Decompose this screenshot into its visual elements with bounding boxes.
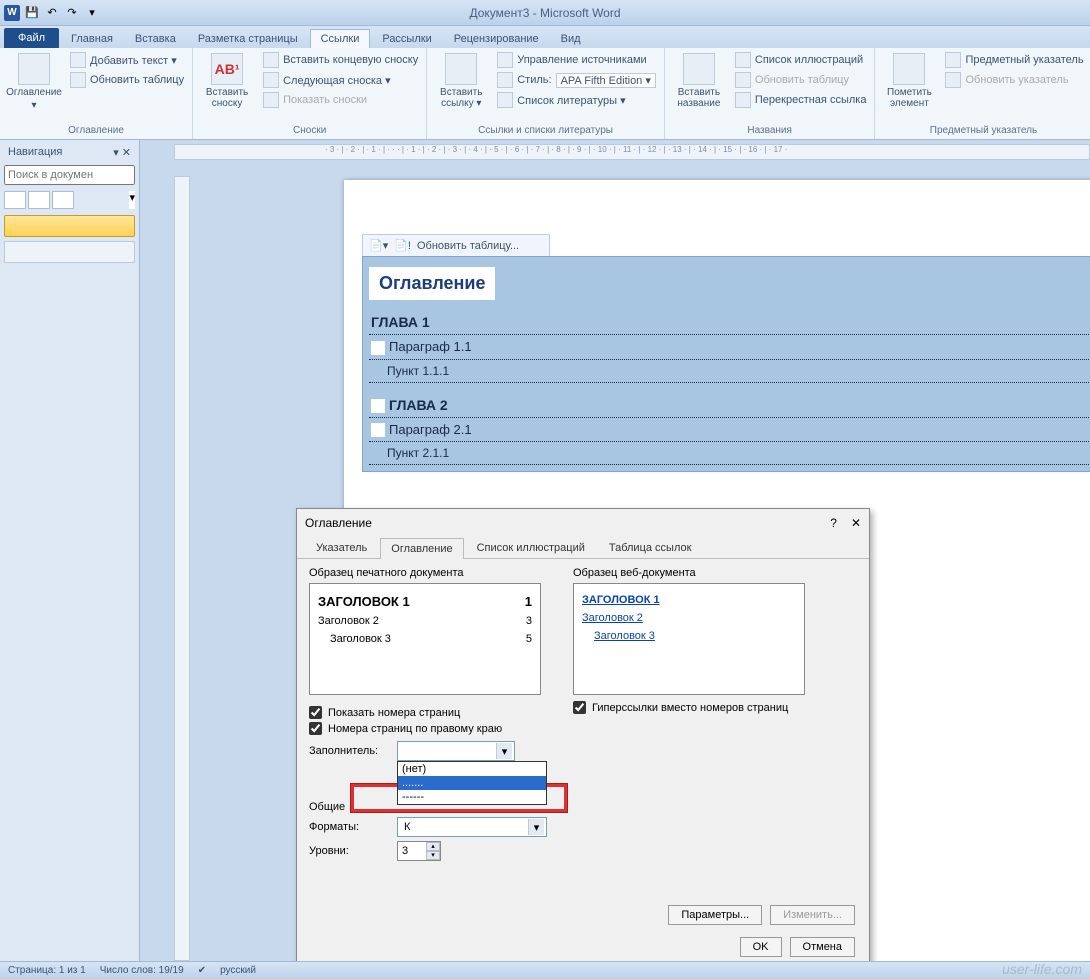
nav-dropdown-icon[interactable]: ▾ (113, 147, 119, 159)
formats-label: Форматы: (309, 821, 389, 833)
levels-spinner[interactable]: 3▴▾ (397, 841, 441, 861)
toc-entry[interactable]: ГЛАВА 11 (369, 310, 1090, 335)
undo-icon[interactable]: ↶ (44, 5, 60, 21)
tab-file[interactable]: Файл (4, 28, 59, 48)
toc-entry[interactable]: Параграф 2.15 (369, 418, 1090, 443)
insert-endnote-button[interactable]: Вставить концевую сноску (261, 51, 420, 69)
nav-view-pages[interactable] (28, 191, 50, 209)
tab-home[interactable]: Главная (61, 30, 123, 48)
status-words[interactable]: Число слов: 19/19 (100, 965, 184, 976)
dialog-tab-authorities[interactable]: Таблица ссылок (598, 537, 703, 558)
leader-option-dashes[interactable]: ------ (398, 790, 546, 804)
save-icon[interactable]: 💾 (24, 5, 40, 21)
statusbar: Страница: 1 из 1 Число слов: 19/19 ✔ рус… (0, 961, 1090, 979)
tab-insert[interactable]: Вставка (125, 30, 186, 48)
tab-layout[interactable]: Разметка страницы (188, 30, 308, 48)
ok-button[interactable]: OK (740, 937, 782, 957)
status-language[interactable]: русский (220, 965, 256, 976)
dialog-tab-toc[interactable]: Оглавление (380, 538, 463, 559)
modify-button: Изменить... (770, 905, 855, 925)
toc-entry[interactable]: Параграф 1.12 (369, 335, 1090, 360)
update-index-button[interactable]: Обновить указатель (943, 71, 1085, 89)
qat-dropdown-icon[interactable]: ▾ (84, 5, 100, 21)
list-of-figures-button[interactable]: Список иллюстраций (733, 51, 869, 69)
insert-index-button[interactable]: Предметный указатель (943, 51, 1085, 69)
formats-combo[interactable]: К▾ (397, 817, 547, 837)
window-title: Документ3 - Microsoft Word (469, 6, 620, 20)
print-preview-box: ЗАГОЛОВОК 11 Заголовок 23 Заголовок 35 (309, 583, 541, 695)
right-align-checkbox[interactable]: Номера страниц по правому краю (309, 722, 547, 735)
toc-options-icon[interactable]: 📄▾ (369, 239, 388, 252)
citation-style-dropdown[interactable]: Стиль: APA Fifth Edition ▾ (495, 71, 658, 89)
nav-view-headings[interactable] (4, 191, 26, 209)
leader-dropdown-list: (нет) ....... ------ (397, 761, 547, 805)
toc-button[interactable]: Оглавление▾ (6, 51, 62, 111)
navigation-pane: Навигация ▾ ✕ ▾ (0, 140, 140, 961)
insert-caption-button[interactable]: Вставить название (671, 51, 727, 109)
tab-references[interactable]: Ссылки (310, 29, 371, 48)
nav-item[interactable] (4, 241, 135, 263)
cancel-button[interactable]: Отмена (790, 937, 855, 957)
redo-icon[interactable]: ↷ (64, 5, 80, 21)
mark-entry-button[interactable]: Пометить элемент (881, 51, 937, 109)
show-page-numbers-checkbox[interactable]: Показать номера страниц (309, 706, 547, 719)
print-preview-label: Образец печатного документа (309, 567, 559, 579)
insert-citation-button[interactable]: Вставить ссылку ▾ (433, 51, 489, 109)
nav-selected-item[interactable] (4, 215, 135, 237)
update-figures-button[interactable]: Обновить таблицу (733, 71, 869, 89)
dialog-title: Оглавление (305, 516, 372, 530)
cross-reference-button[interactable]: Перекрестная ссылка (733, 91, 869, 109)
toc-body[interactable]: Оглавление ГЛАВА 11Параграф 1.12Пункт 1.… (362, 256, 1090, 472)
toc-title: Оглавление (369, 267, 495, 300)
nav-menu-icon[interactable]: ▾ (129, 191, 135, 209)
help-icon[interactable]: ? (830, 516, 837, 530)
leader-option-dots[interactable]: ....... (398, 776, 546, 790)
status-page[interactable]: Страница: 1 из 1 (8, 965, 86, 976)
toc-entry[interactable]: Пункт 1.1.13 (369, 360, 1090, 383)
next-footnote-button[interactable]: Следующая сноска ▾ (261, 71, 420, 89)
bibliography-button[interactable]: Список литературы ▾ (495, 91, 658, 109)
word-icon: W (4, 5, 20, 21)
update-toc-button[interactable]: Обновить таблицу (68, 71, 186, 89)
hyperlinks-checkbox[interactable]: Гиперссылки вместо номеров страниц (573, 701, 805, 714)
tab-review[interactable]: Рецензирование (444, 30, 549, 48)
close-dialog-icon[interactable]: ✕ (851, 516, 861, 530)
options-button[interactable]: Параметры... (668, 905, 762, 925)
nav-view-results[interactable] (52, 191, 74, 209)
ribbon: Оглавление▾ Добавить текст ▾ Обновить та… (0, 48, 1090, 140)
leader-option-none[interactable]: (нет) (398, 762, 546, 776)
tab-mailings[interactable]: Рассылки (372, 30, 441, 48)
close-icon[interactable]: ✕ (122, 147, 131, 159)
insert-footnote-button[interactable]: AB¹Вставить сноску (199, 51, 255, 109)
search-input[interactable] (4, 165, 135, 185)
leader-label: Заполнитель: (309, 745, 389, 757)
show-footnotes-button[interactable]: Показать сноски (261, 91, 420, 109)
leader-combo[interactable]: ▾ (нет) ....... ------ (397, 741, 515, 761)
manage-sources-button[interactable]: Управление источниками (495, 51, 658, 69)
chevron-down-icon[interactable]: ▾ (496, 743, 512, 759)
add-text-button[interactable]: Добавить текст ▾ (68, 51, 186, 69)
ruler-vertical[interactable] (174, 176, 190, 961)
proofing-icon[interactable]: ✔ (198, 965, 206, 976)
ruler-horizontal[interactable]: · 3 · | · 2 · | · 1 · | · · · | · 1 · | … (174, 144, 1090, 160)
levels-label: Уровни: (309, 845, 389, 857)
dialog-tab-figures[interactable]: Список иллюстраций (466, 537, 596, 558)
toc-entry[interactable]: Пункт 2.1.16 (369, 442, 1090, 465)
toc-update-icon[interactable]: 📄! (394, 239, 411, 252)
toc-dialog: Оглавление ? ✕ Указатель Оглавление Списо… (296, 508, 870, 968)
toc-field-controls[interactable]: 📄▾ 📄! Обновить таблицу... (362, 234, 550, 256)
nav-title: Навигация (8, 146, 62, 159)
tab-view[interactable]: Вид (551, 30, 591, 48)
toc-icon (18, 53, 50, 85)
ribbon-tabs: Файл Главная Вставка Разметка страницы С… (0, 26, 1090, 48)
web-preview-box: ЗАГОЛОВОК 1 Заголовок 2 Заголовок 3 (573, 583, 805, 695)
web-preview-label: Образец веб-документа (573, 567, 805, 579)
toc-entry[interactable]: ГЛАВА 24 (369, 393, 1090, 418)
titlebar: W 💾 ↶ ↷ ▾ Документ3 - Microsoft Word (0, 0, 1090, 26)
dialog-tab-index[interactable]: Указатель (305, 537, 378, 558)
